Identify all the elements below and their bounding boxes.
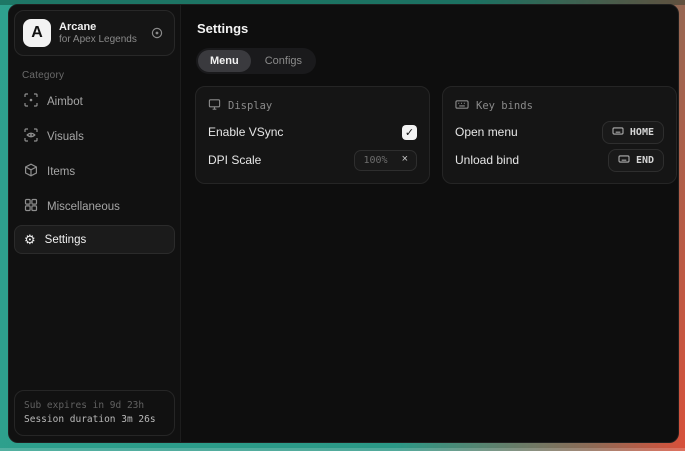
unload-bind-label: Unload bind [455, 153, 519, 167]
dpi-scale-row: DPI Scale 100% × [208, 148, 417, 172]
category-label: Category [14, 64, 175, 85]
sidebar-item-label: Visuals [47, 131, 84, 143]
brand-text: Arcane for Apex Legends [59, 21, 140, 46]
open-menu-label: Open menu [455, 125, 518, 139]
subscription-info-card: Sub expires in 9d 23h Session duration 3… [14, 390, 175, 436]
brand-card: A Arcane for Apex Legends [14, 10, 175, 56]
tab-configs[interactable]: Configs [253, 50, 314, 72]
dpi-scale-label: DPI Scale [208, 153, 261, 167]
monitor-icon [208, 98, 221, 114]
sidebar-item-miscellaneous[interactable]: Miscellaneous [14, 190, 175, 223]
sidebar-spacer [14, 254, 175, 390]
brand-name: Arcane [59, 21, 140, 34]
display-card: Display Enable VSync ✓ DPI Scale 100% × [195, 86, 430, 184]
vsync-checkbox[interactable]: ✓ [402, 125, 417, 140]
sidebar: A Arcane for Apex Legends Category [9, 5, 181, 442]
open-menu-row: Open menu HOME [455, 120, 664, 144]
keybinds-card: Key binds Open menu HOME [442, 86, 677, 184]
open-menu-key: HOME [630, 127, 654, 138]
settings-cards: Display Enable VSync ✓ DPI Scale 100% × [195, 86, 677, 184]
grid-icon [24, 198, 38, 215]
sidebar-item-label: Aimbot [47, 96, 83, 108]
target-icon[interactable] [148, 24, 166, 42]
vsync-label: Enable VSync [208, 125, 283, 139]
keyboard-icon [455, 98, 469, 114]
keyboard-icon [618, 154, 630, 167]
sidebar-item-label: Miscellaneous [47, 201, 120, 213]
page-title: Settings [197, 21, 677, 36]
session-duration-text: Session duration 3m 26s [24, 413, 165, 427]
tab-menu[interactable]: Menu [198, 50, 251, 72]
dpi-scale-control: 100% × [354, 150, 417, 171]
cube-icon [24, 163, 38, 180]
clear-icon[interactable]: × [396, 151, 416, 169]
display-card-header: Display [208, 98, 417, 114]
gear-icon: ⚙ [24, 233, 36, 246]
brand-logo: A [23, 19, 51, 47]
keybinds-card-title: Key binds [476, 100, 533, 112]
sidebar-item-label: Settings [45, 234, 87, 246]
unload-bind-row: Unload bind END [455, 148, 664, 172]
main-content: Settings Menu Configs Display [181, 5, 679, 442]
keyboard-icon [612, 126, 624, 139]
dpi-scale-input[interactable]: 100% [355, 151, 395, 170]
vsync-row: Enable VSync ✓ [208, 120, 417, 144]
sidebar-item-visuals[interactable]: Visuals [14, 120, 175, 153]
keybinds-card-header: Key binds [455, 98, 664, 114]
tab-group: Menu Configs [196, 48, 316, 74]
sidebar-item-label: Items [47, 166, 75, 178]
brand-subtitle: for Apex Legends [59, 34, 140, 46]
app-window: A Arcane for Apex Legends Category [8, 4, 679, 443]
sidebar-nav: Aimbot Visuals [14, 85, 175, 254]
eye-scan-icon [24, 128, 38, 145]
check-icon: ✓ [405, 126, 414, 139]
sidebar-item-items[interactable]: Items [14, 155, 175, 188]
unload-keybind-button[interactable]: END [608, 149, 664, 172]
sidebar-item-settings[interactable]: ⚙ Settings [14, 225, 175, 254]
crosshair-icon [24, 93, 38, 110]
unload-key: END [636, 155, 654, 166]
open-menu-keybind-button[interactable]: HOME [602, 121, 664, 144]
sidebar-item-aimbot[interactable]: Aimbot [14, 85, 175, 118]
display-card-title: Display [228, 100, 272, 112]
sub-expires-text: Sub expires in 9d 23h [24, 399, 165, 413]
